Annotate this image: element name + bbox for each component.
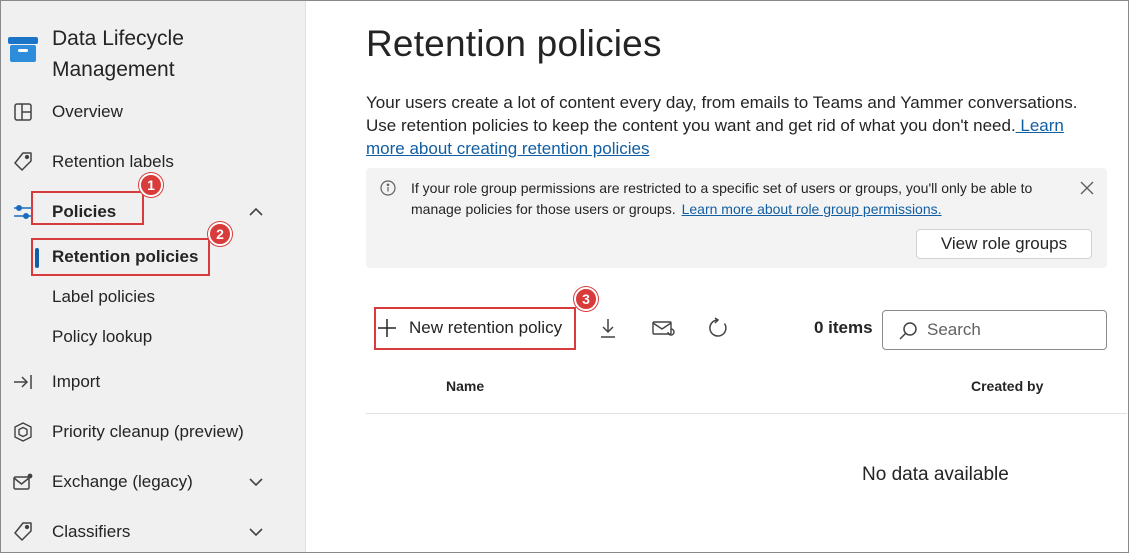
callout-box-policies: [31, 191, 144, 225]
app-title-line1: Data Lifecycle: [52, 27, 184, 50]
download-icon: [601, 319, 615, 338]
sidebar-subitem-label-policies[interactable]: Label policies: [1, 279, 301, 315]
overview-grid-icon: [11, 100, 35, 124]
sidebar-item-import[interactable]: Import: [1, 362, 301, 402]
sidebar-item-label: Overview: [52, 102, 123, 121]
empty-state-text: No data available: [862, 464, 1009, 485]
refresh-button[interactable]: [705, 315, 731, 341]
cube-icon: [11, 420, 35, 444]
refresh-icon: [709, 317, 727, 337]
info-icon: [380, 180, 396, 196]
sidebar-item-label: Retention labels: [52, 152, 174, 171]
description-text: Your users create a lot of content every…: [366, 93, 1078, 135]
page-description: Your users create a lot of content every…: [366, 91, 1106, 160]
sidebar-item-label: Classifiers: [52, 522, 131, 541]
search-icon: [899, 322, 917, 340]
sidebar-item-label: Priority cleanup (preview): [52, 422, 244, 441]
sidebar: Data Lifecycle Management Overview Reten…: [1, 1, 306, 552]
app-title-line2: Management: [52, 58, 175, 81]
callout-badge-1: 1: [139, 173, 163, 197]
callout-box-retention-policies: [31, 238, 210, 276]
import-arrow-icon: [11, 370, 35, 394]
column-header-name[interactable]: Name: [446, 378, 484, 394]
sidebar-item-overview[interactable]: Overview: [1, 92, 301, 132]
chevron-up-icon[interactable]: [245, 201, 267, 223]
sidebar-item-classifiers[interactable]: Classifiers: [1, 512, 301, 552]
email-button[interactable]: [650, 315, 676, 341]
close-icon[interactable]: [1078, 179, 1096, 197]
search-input[interactable]: [927, 319, 1097, 341]
sidebar-item-label: Exchange (legacy): [52, 472, 193, 491]
sidebar-item-label: Import: [52, 372, 101, 391]
search-box[interactable]: [882, 310, 1107, 350]
table-divider: [366, 413, 1127, 414]
info-text: If your role group permissions are restr…: [411, 178, 1051, 220]
role-group-permissions-link[interactable]: Learn more about role group permissions.: [682, 201, 942, 217]
sidebar-item-exchange-legacy[interactable]: Exchange (legacy): [1, 462, 301, 502]
mail-refresh-icon: [652, 321, 675, 336]
chevron-down-icon[interactable]: [245, 471, 267, 493]
chevron-down-icon[interactable]: [245, 521, 267, 543]
sidebar-subitem-label: Policy lookup: [52, 327, 153, 346]
callout-badge-3: 3: [574, 287, 598, 311]
page-title: Retention policies: [366, 23, 662, 64]
view-role-groups-button[interactable]: View role groups: [916, 229, 1092, 259]
export-button[interactable]: [596, 315, 620, 341]
archive-box-icon: [8, 37, 38, 62]
app-header: Data Lifecycle Management: [1, 19, 301, 89]
sidebar-subitem-label: Label policies: [52, 287, 156, 306]
mail-settings-icon: [11, 470, 35, 494]
callout-badge-2: 2: [208, 222, 232, 246]
info-banner: If your role group permissions are restr…: [366, 168, 1107, 268]
items-count: 0 items: [814, 318, 873, 337]
tag-icon: [11, 150, 35, 174]
app-title: Data Lifecycle Management: [52, 23, 292, 85]
sidebar-item-priority-cleanup[interactable]: Priority cleanup (preview): [1, 412, 301, 452]
sidebar-subitem-policy-lookup[interactable]: Policy lookup: [1, 319, 301, 355]
column-header-created-by[interactable]: Created by: [971, 378, 1043, 394]
tag-icon: [11, 520, 35, 544]
callout-box-new-policy: [374, 307, 576, 350]
main-content: Retention policies Your users create a l…: [307, 1, 1127, 552]
